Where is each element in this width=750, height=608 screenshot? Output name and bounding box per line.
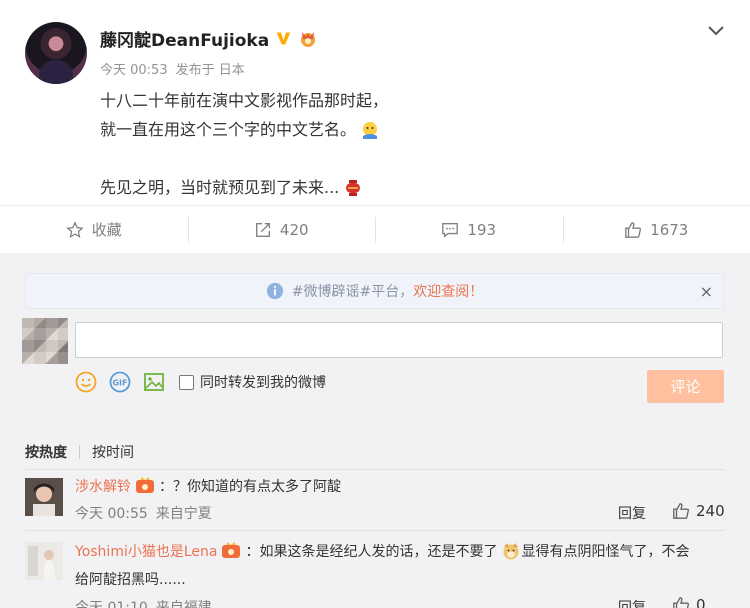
star-icon bbox=[66, 220, 84, 238]
comment-button[interactable]: 193 bbox=[375, 206, 563, 253]
submit-comment-button[interactable]: 评论 bbox=[647, 370, 724, 403]
repost-checkbox-row[interactable]: 同时转发到我的微博 bbox=[179, 372, 326, 392]
comment-text-continued: 显得有点阴阳怪气了，不会 bbox=[521, 544, 690, 560]
fan-badge-icon bbox=[222, 542, 241, 558]
fan-badge-icon bbox=[136, 477, 154, 493]
thinking-emoji-icon bbox=[363, 121, 378, 139]
emoji-icon[interactable] bbox=[75, 371, 97, 393]
like-button[interactable]: 1673 bbox=[562, 206, 750, 253]
commenter-avatar[interactable] bbox=[25, 478, 63, 516]
image-icon[interactable] bbox=[143, 371, 165, 393]
commenter-name[interactable]: 涉水解铃 bbox=[75, 476, 131, 496]
notice-link[interactable]: 欢迎查阅！ bbox=[413, 281, 483, 301]
comment-input[interactable] bbox=[75, 322, 723, 358]
weibo-post-card: 藤冈靛DeanFujioka 今天 00:53 发布于 日本 十八二十年前在演中… bbox=[0, 0, 750, 253]
gif-icon[interactable]: GIF bbox=[109, 371, 131, 393]
thumbs-up-icon bbox=[673, 597, 689, 608]
reply-button[interactable]: 回复 bbox=[618, 597, 646, 608]
comment-text-line: 涉水解铃 ：？你知道的有点太多了阿靛 bbox=[75, 476, 341, 496]
sort-divider bbox=[79, 445, 80, 459]
comment-source: 来自宁夏 bbox=[155, 506, 212, 522]
doge-emoji-icon bbox=[503, 543, 519, 560]
comment-like-button[interactable]: 0 bbox=[672, 596, 706, 608]
post-content: 十八二十年前在演中文影视作品那时起， 就一直在用这个三个字的中文艺名。 先见之明… bbox=[100, 86, 700, 202]
comment-text: ：如果这条是经纪人发的话，还是不要了 bbox=[245, 544, 498, 560]
post-meta: 今天 00:53 发布于 日本 bbox=[100, 59, 245, 78]
favorite-button[interactable]: 收藏 bbox=[0, 206, 188, 253]
comment-count: 193 bbox=[467, 220, 497, 239]
info-icon bbox=[266, 282, 283, 300]
comment-bubble-icon bbox=[442, 222, 459, 238]
post-line-1: 十八二十年前在演中文影视作品那时起， bbox=[100, 91, 389, 110]
commenter-avatar[interactable] bbox=[25, 542, 63, 580]
notice-text[interactable]: #微博辟谣#平台， bbox=[292, 281, 413, 301]
author-name[interactable]: 藤冈靛DeanFujioka bbox=[100, 26, 269, 51]
chevron-down-icon[interactable] bbox=[706, 20, 726, 40]
comment-meta: 今天 01:10 来自福建 bbox=[75, 597, 212, 608]
repost-checkbox[interactable] bbox=[179, 374, 194, 390]
post-time[interactable]: 今天 00:53 bbox=[100, 59, 168, 78]
post-line-3: 先见之明，当时就预见到了未来... bbox=[100, 173, 700, 202]
lantern-emoji-icon bbox=[346, 179, 361, 196]
medal-badge-icon bbox=[301, 31, 316, 47]
comment-divider bbox=[25, 469, 725, 470]
post-source: 发布于 日本 bbox=[175, 63, 245, 78]
tab-sort-time[interactable]: 按时间 bbox=[92, 442, 134, 462]
comment-text-line-2: 给阿靛招黑吗...... bbox=[75, 569, 186, 589]
comment-like-button[interactable]: 240 bbox=[672, 502, 725, 520]
comment-meta: 今天 00:55 来自宁夏 bbox=[75, 503, 212, 523]
comment-time: 今天 01:10 bbox=[75, 600, 148, 608]
post-actions-bar: 收藏 420 193 1673 bbox=[0, 205, 750, 253]
commenter-name[interactable]: Yoshimi小猫也是Lena bbox=[75, 541, 217, 561]
repost-count: 420 bbox=[279, 220, 309, 239]
composer-tools: GIF 同时转发到我的微博 bbox=[75, 371, 326, 393]
thumbs-up-icon bbox=[673, 503, 689, 519]
comment-sort-tabs: 按热度 按时间 bbox=[25, 442, 134, 462]
verified-v-icon bbox=[276, 32, 291, 45]
author-avatar[interactable] bbox=[25, 22, 87, 84]
notice-close-button[interactable]: × bbox=[700, 282, 713, 301]
like-count: 1673 bbox=[650, 220, 689, 239]
comment-like-count: 0 bbox=[696, 596, 706, 608]
author-line: 藤冈靛DeanFujioka bbox=[100, 26, 318, 51]
rumor-notice-bar: #微博辟谣#平台， 欢迎查阅！ × bbox=[25, 273, 724, 309]
comment-time: 今天 00:55 bbox=[75, 506, 148, 522]
post-line-2: 就一直在用这个三个字的中文艺名。 bbox=[100, 115, 700, 144]
comment-text: ：？你知道的有点太多了阿靛 bbox=[159, 479, 341, 495]
favorite-label: 收藏 bbox=[91, 221, 122, 239]
comment-source: 来自福建 bbox=[155, 600, 212, 608]
repost-checkbox-label: 同时转发到我的微博 bbox=[200, 375, 326, 391]
comment-like-count: 240 bbox=[696, 502, 725, 520]
comment-divider bbox=[25, 530, 725, 531]
comment-text-wrap: 给阿靛招黑吗...... bbox=[75, 572, 186, 588]
share-icon bbox=[255, 222, 270, 237]
current-user-avatar bbox=[22, 318, 68, 364]
comment-text-line: Yoshimi小猫也是Lena ：如果这条是经纪人发的话，还是不要了 显得有点阴… bbox=[75, 541, 689, 561]
thumbs-up-icon bbox=[625, 221, 642, 238]
repost-button[interactable]: 420 bbox=[187, 206, 376, 253]
tab-sort-hot[interactable]: 按热度 bbox=[25, 442, 67, 462]
reply-button[interactable]: 回复 bbox=[618, 503, 646, 523]
svg-text:GIF: GIF bbox=[112, 379, 127, 388]
